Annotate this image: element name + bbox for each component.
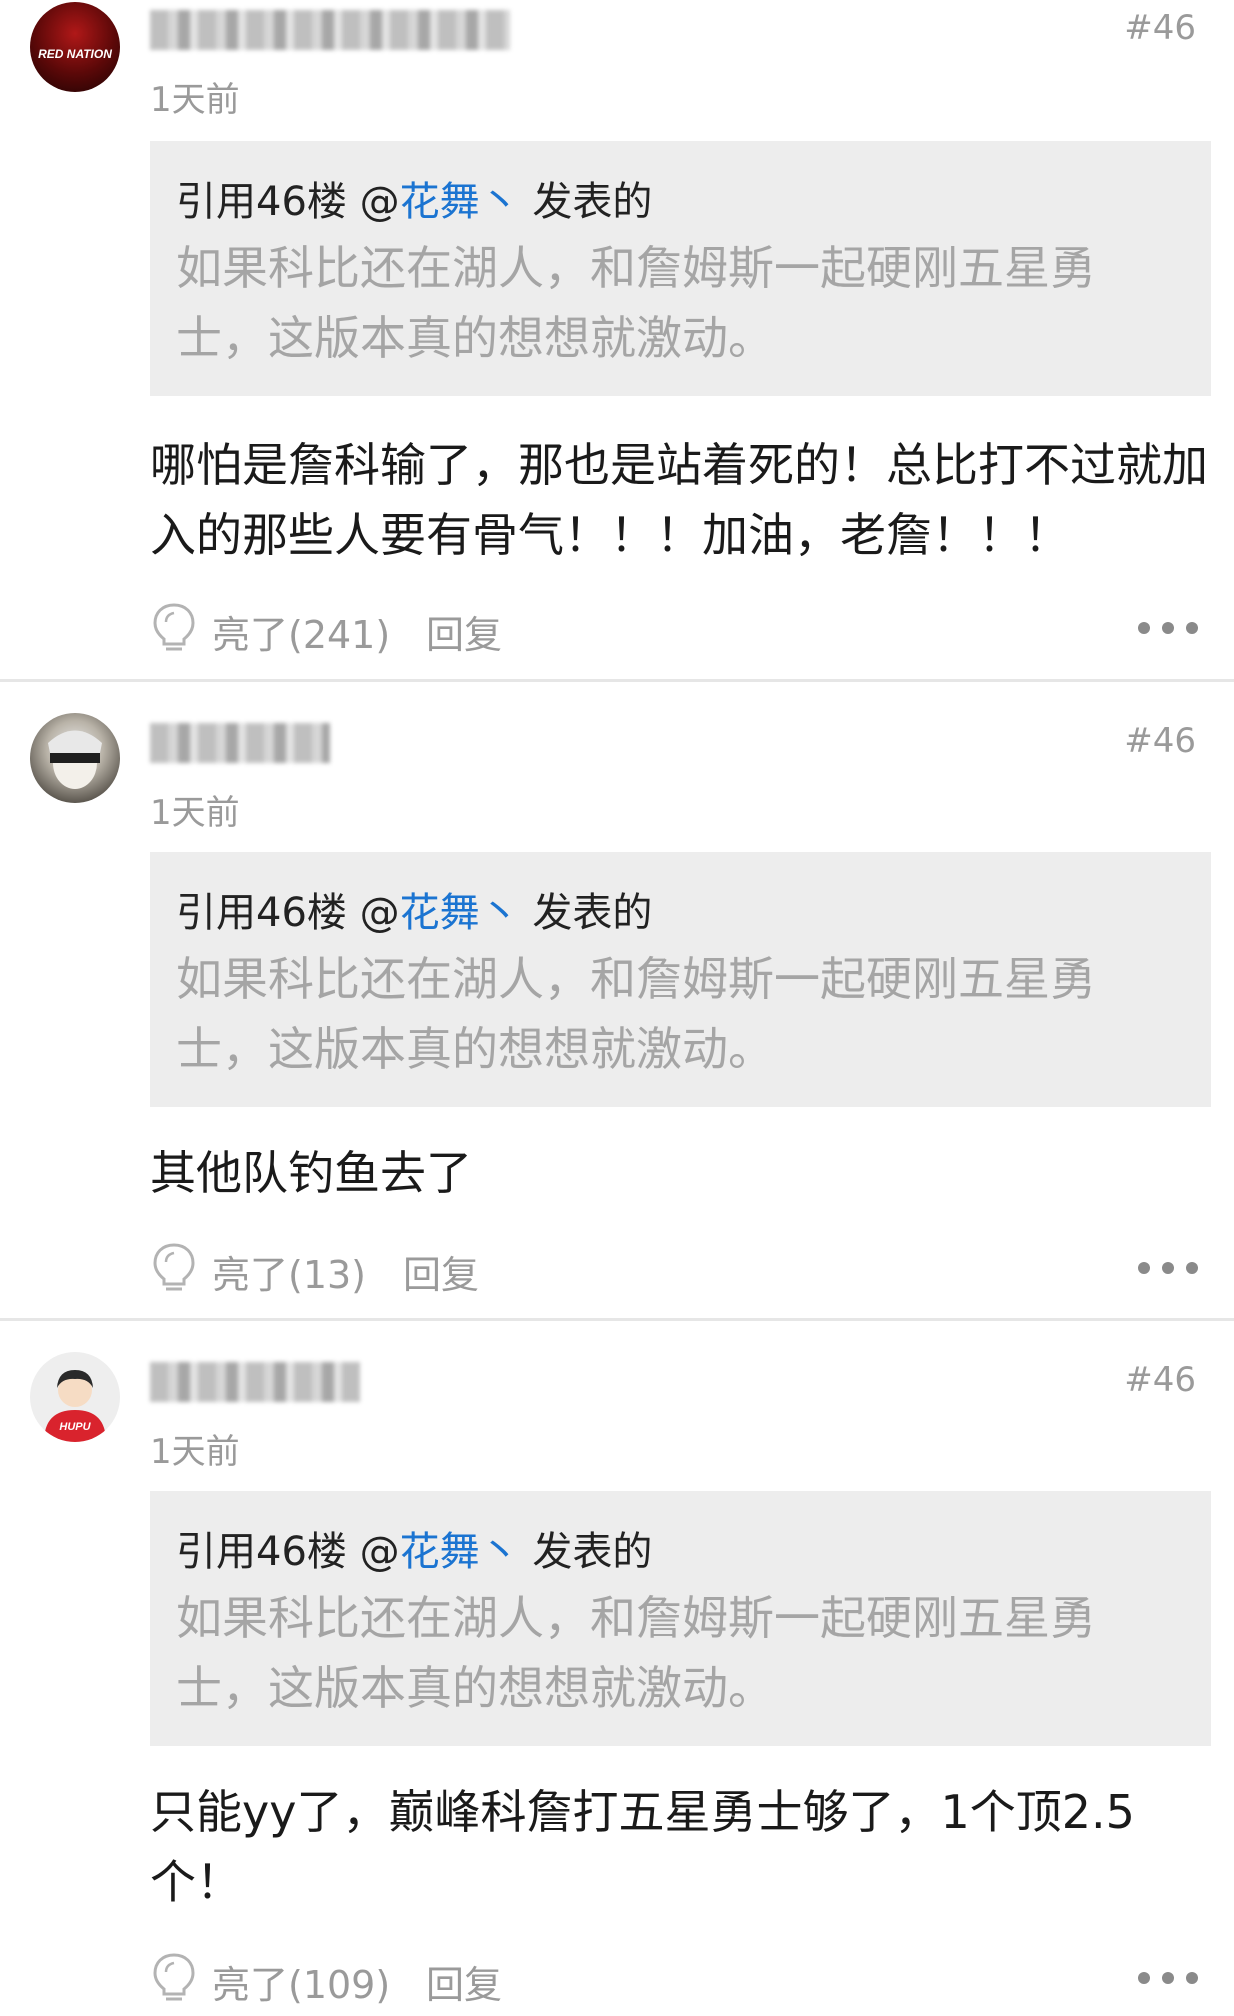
avatar-logo-text: RED NATION (38, 47, 112, 61)
quote-block[interactable]: 引用46楼 @花舞丶 发表的 如果科比还在湖人，和詹姆斯一起硬刚五星勇士，这版本… (150, 852, 1211, 1107)
floor-number: #46 (1124, 721, 1196, 761)
quote-block[interactable]: 引用46楼 @花舞丶 发表的 如果科比还在湖人，和詹姆斯一起硬刚五星勇士，这版本… (150, 141, 1211, 396)
quote-prefix: 引用46楼 @ (176, 1529, 400, 1575)
comment-actions: 亮了(109) 回复 (150, 1950, 1200, 2010)
floor-number: #46 (1124, 1360, 1196, 1400)
quote-suffix: 发表的 (519, 1529, 653, 1575)
more-dots-icon[interactable] (1136, 1260, 1200, 1276)
quote-header: 引用46楼 @花舞丶 发表的 (176, 1519, 652, 1577)
like-button[interactable]: 亮了(109) (212, 1954, 390, 2009)
username-blurred[interactable] (150, 1362, 360, 1402)
quote-suffix: 发表的 (519, 179, 653, 225)
like-button[interactable]: 亮了(13) (212, 1244, 366, 1299)
timestamp: 1天前 (150, 793, 240, 833)
avatar[interactable]: RED NATION (30, 2, 120, 92)
quote-author-link[interactable]: 花舞丶 (400, 890, 520, 936)
username-blurred[interactable] (150, 10, 510, 50)
quote-header: 引用46楼 @花舞丶 发表的 (176, 169, 652, 227)
quote-text: 如果科比还在湖人，和詹姆斯一起硬刚五星勇士，这版本真的想想就激动。 (176, 241, 1096, 365)
lightbulb-icon[interactable] (152, 1242, 196, 1294)
quote-header: 引用46楼 @花舞丶 发表的 (176, 880, 652, 938)
quote-prefix: 引用46楼 @ (176, 890, 400, 936)
comment-item: HUPU #46 1天前 引用46楼 @花舞丶 发表的 如果科比还在湖人，和詹姆… (0, 1322, 1234, 2016)
more-dots-icon[interactable] (1136, 620, 1200, 636)
more-dots-icon[interactable] (1136, 1970, 1200, 1986)
floor-number: #46 (1124, 8, 1196, 48)
lightbulb-icon[interactable] (152, 1952, 196, 2004)
timestamp: 1天前 (150, 1432, 240, 1472)
like-button[interactable]: 亮了(241) (212, 604, 390, 659)
quote-author-link[interactable]: 花舞丶 (400, 1529, 520, 1575)
quote-text: 如果科比还在湖人，和詹姆斯一起硬刚五星勇士，这版本真的想想就激动。 (176, 1591, 1096, 1715)
comment-item: RED NATION #46 1天前 引用46楼 @花舞丶 发表的 如果科比还在… (0, 0, 1234, 680)
comment-divider (0, 679, 1234, 682)
comment-actions: 亮了(13) 回复 (150, 1240, 1200, 1300)
reply-button[interactable]: 回复 (426, 1954, 502, 2009)
quote-text: 如果科比还在湖人，和詹姆斯一起硬刚五星勇士，这版本真的想想就激动。 (176, 952, 1096, 1076)
avatar[interactable]: HUPU (30, 1352, 120, 1442)
comment-item: #46 1天前 引用46楼 @花舞丶 发表的 如果科比还在湖人，和詹姆斯一起硬刚… (0, 683, 1234, 1319)
quote-prefix: 引用46楼 @ (176, 179, 400, 225)
quote-author-link[interactable]: 花舞丶 (400, 179, 520, 225)
quote-block[interactable]: 引用46楼 @花舞丶 发表的 如果科比还在湖人，和詹姆斯一起硬刚五星勇士，这版本… (150, 1491, 1211, 1746)
reply-button[interactable]: 回复 (426, 604, 502, 659)
timestamp: 1天前 (150, 80, 240, 120)
quote-suffix: 发表的 (519, 890, 653, 936)
avatar[interactable] (30, 713, 120, 803)
reply-button[interactable]: 回复 (403, 1244, 479, 1299)
comment-body: 哪怕是詹科输了，那也是站着死的！总比打不过就加入的那些人要有骨气！！！加油，老詹… (150, 438, 1208, 562)
avatar-logo-text: HUPU (59, 1421, 91, 1433)
comment-body: 其他队钓鱼去了 (150, 1146, 472, 1200)
lightbulb-icon[interactable] (152, 602, 196, 654)
comment-actions: 亮了(241) 回复 (150, 600, 1200, 660)
comment-divider (0, 1318, 1234, 1321)
username-blurred[interactable] (150, 723, 330, 763)
comment-body: 只能yy了，巅峰科詹打五星勇士够了，1个顶2.5个！ (150, 1785, 1135, 1909)
